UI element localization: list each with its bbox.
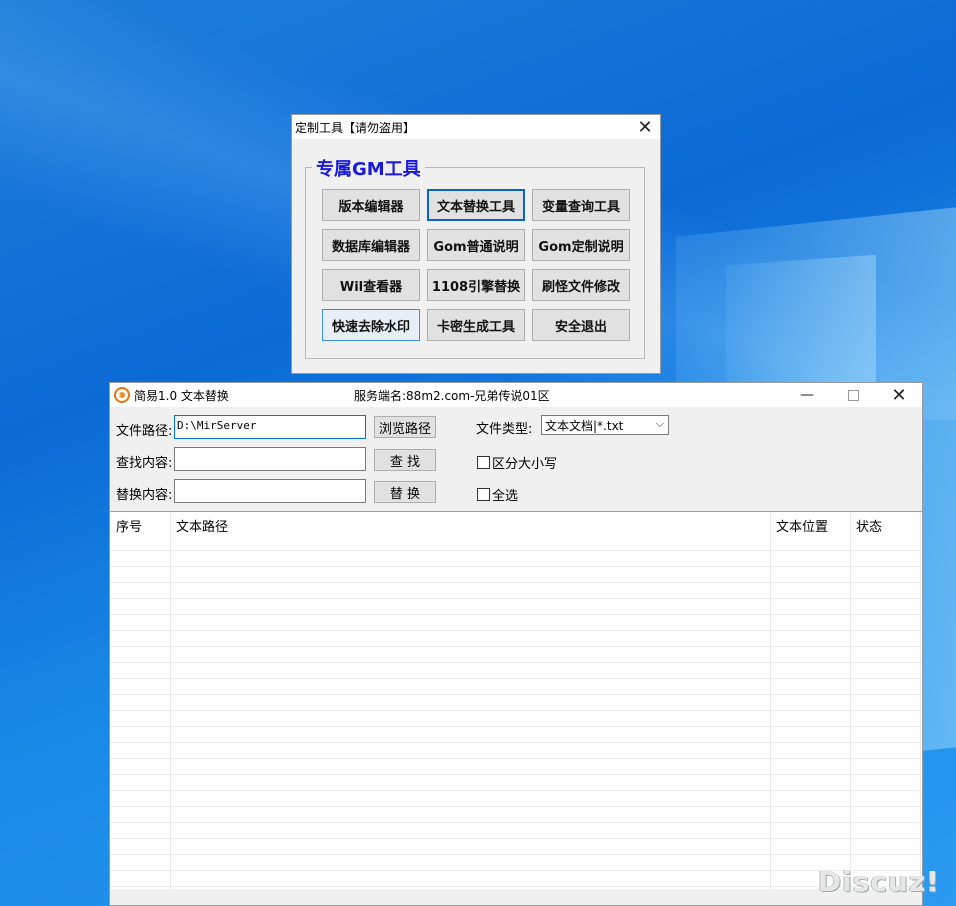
checkbox-box [477,456,490,469]
gom-general-notes-button[interactable]: Gom普通说明 [427,229,525,261]
column-header-path[interactable]: 文本路径 [176,516,228,535]
gm-button-grid: 版本编辑器 文本替换工具 变量查询工具 数据库编辑器 Gom普通说明 Gom定制… [322,189,630,341]
discuz-watermark: Discuz! [817,865,940,898]
maximize-icon[interactable] [830,383,876,407]
text-replace-title: 简易1.0 文本替换 [134,389,229,403]
replace-button[interactable]: 替 换 [374,481,436,503]
database-editor-button[interactable]: 数据库编辑器 [322,229,420,261]
browse-path-button[interactable]: 浏览路径 [374,416,436,438]
case-sensitive-checkbox[interactable]: 区分大小写 [477,453,557,472]
replace-input[interactable] [174,479,366,503]
gom-custom-notes-button[interactable]: Gom定制说明 [532,229,630,261]
table-header: 序号 文本路径 文本位置 状态 [110,512,922,538]
find-input[interactable] [174,447,366,471]
column-divider [850,512,851,890]
variable-query-tool-button[interactable]: 变量查询工具 [532,189,630,221]
filetype-label: 文件类型: [476,422,533,437]
find-label: 查找内容: [116,456,173,471]
replace-label: 替换内容: [116,488,173,503]
engine-1108-replace-button[interactable]: 1108引擎替换 [427,269,525,301]
results-table[interactable]: 序号 文本路径 文本位置 状态 [110,511,922,890]
remove-watermark-button[interactable]: 快速去除水印 [322,309,420,341]
gm-tools-titlebar[interactable]: 定制工具【请勿盗用】 ✕ [292,115,660,139]
chevron-down-icon: ⌵ [655,417,664,430]
server-name-label: 服务端名:88m2.com-兄弟传说01区 [354,389,550,403]
close-icon[interactable]: ✕ [630,115,660,139]
filetype-select[interactable]: 文本文档|*.txt ⌵ [541,415,669,435]
close-icon[interactable]: ✕ [876,383,922,407]
column-header-index[interactable]: 序号 [116,516,142,535]
gm-tools-title: 定制工具【请勿盗用】 [295,120,416,135]
app-icon [114,387,130,403]
path-label: 文件路径: [116,424,173,439]
safe-exit-button[interactable]: 安全退出 [532,309,630,341]
column-header-position[interactable]: 文本位置 [776,516,828,535]
find-button[interactable]: 查 找 [374,449,436,471]
column-divider [170,512,171,890]
checkbox-box [477,488,490,501]
path-input[interactable]: D:\MirServer [174,415,366,439]
table-grid-lines [110,550,922,890]
monster-file-edit-button[interactable]: 刷怪文件修改 [532,269,630,301]
column-divider [920,512,921,890]
filetype-value: 文本文档|*.txt [545,419,624,433]
version-editor-button[interactable]: 版本编辑器 [322,189,420,221]
column-divider [770,512,771,890]
window-bottom-strip [110,889,922,905]
card-key-generator-button[interactable]: 卡密生成工具 [427,309,525,341]
select-all-checkbox[interactable]: 全选 [477,485,518,504]
gm-group-title: 专属GM工具 [312,155,425,181]
select-all-label: 全选 [492,489,519,504]
case-sensitive-label: 区分大小写 [492,457,558,472]
column-header-status[interactable]: 状态 [856,516,882,535]
text-replace-tool-button[interactable]: 文本替换工具 [427,189,525,221]
text-replace-window: 简易1.0 文本替换 服务端名:88m2.com-兄弟传说01区 — ✕ 文件路… [109,382,923,906]
text-replace-titlebar[interactable]: 简易1.0 文本替换 服务端名:88m2.com-兄弟传说01区 — ✕ [110,383,922,407]
gm-tools-window: 定制工具【请勿盗用】 ✕ 专属GM工具 版本编辑器 文本替换工具 变量查询工具 … [291,114,661,374]
minimize-icon[interactable]: — [784,383,830,407]
wil-viewer-button[interactable]: Wil查看器 [322,269,420,301]
